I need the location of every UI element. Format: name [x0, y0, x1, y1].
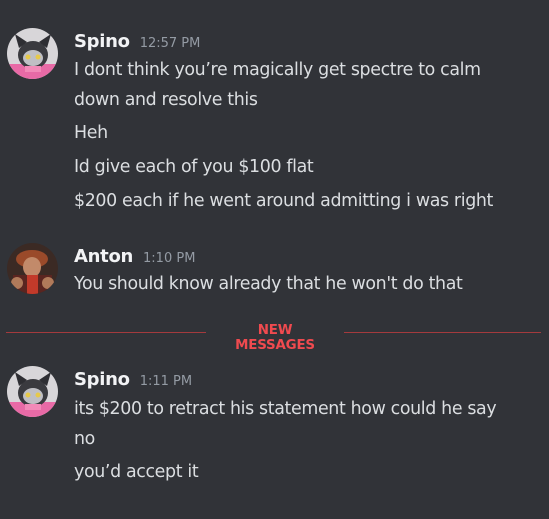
- avatar-spino[interactable]: [7, 366, 58, 417]
- divider-rule-right: [344, 332, 541, 333]
- message-line: you’d accept it: [74, 462, 199, 482]
- spino-avatar-image: [7, 366, 58, 417]
- divider-rule-left: [6, 332, 206, 333]
- message-timestamp[interactable]: 1:11 PM: [140, 374, 192, 389]
- new-messages-label: NEW MESSAGES: [235, 323, 315, 353]
- author-name[interactable]: Spino: [74, 369, 130, 390]
- author-name[interactable]: Anton: [74, 246, 133, 267]
- message-line: its $200 to retract his statement how co…: [74, 399, 497, 419]
- spino-avatar-image: [7, 28, 58, 79]
- message-line: $200 each if he went around admitting i …: [74, 191, 494, 211]
- message-line: Id give each of you $100 flat: [74, 157, 314, 177]
- avatar-anton[interactable]: [7, 243, 58, 294]
- avatar-spino[interactable]: [7, 28, 58, 79]
- message-line: Heh: [74, 123, 108, 143]
- message-timestamp[interactable]: 12:57 PM: [140, 36, 201, 51]
- new-messages-divider: NEW MESSAGES: [6, 322, 541, 353]
- message-line: down and resolve this: [74, 90, 258, 110]
- chat-message-list: Spino 12:57 PM I dont think you’re magic…: [0, 0, 549, 519]
- message-line: You should know already that he won't do…: [74, 274, 463, 294]
- message-line: I dont think you’re magically get spectr…: [74, 60, 481, 80]
- anton-avatar-image: [7, 243, 58, 294]
- author-name[interactable]: Spino: [74, 31, 130, 52]
- message-timestamp[interactable]: 1:10 PM: [143, 251, 195, 266]
- message-line: no: [74, 429, 95, 449]
